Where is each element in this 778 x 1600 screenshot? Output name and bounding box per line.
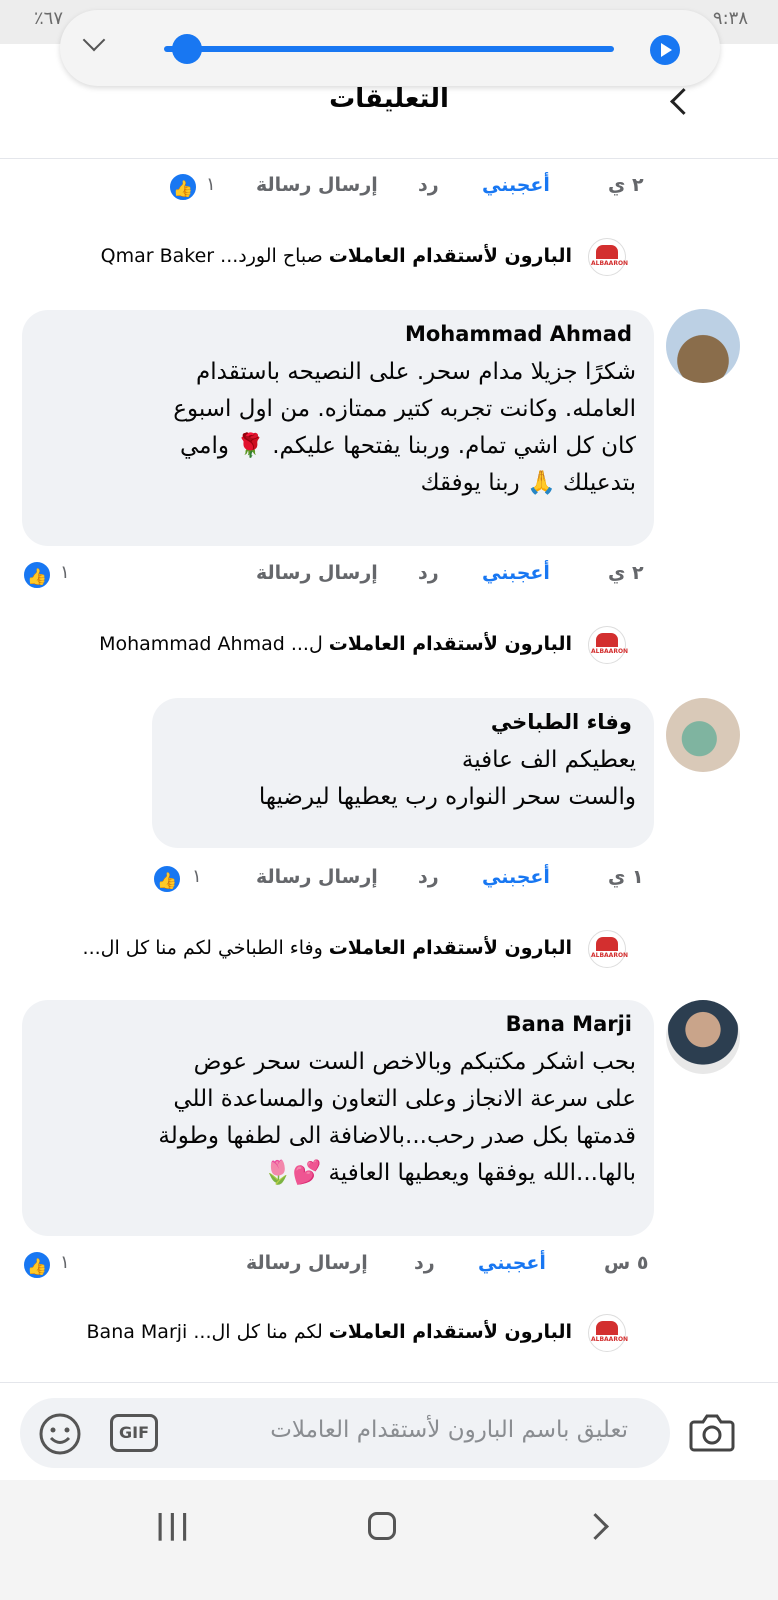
chevron-down-icon[interactable] xyxy=(82,28,106,52)
back-icon[interactable] xyxy=(582,1513,609,1540)
clock: ٩:٣٨ xyxy=(712,8,748,29)
comment-time: ١ ي xyxy=(608,866,644,888)
page-logo-avatar: ALBAARON xyxy=(588,238,628,276)
avatar[interactable] xyxy=(666,309,740,383)
media-player[interactable] xyxy=(60,10,720,86)
comment-text-line: بالها...الله يوفقها ويعطيها العافية 💕🌷 xyxy=(263,1160,636,1186)
like-count: ١ xyxy=(206,174,216,195)
reply-snippet: ل... Mohammad Ahmad xyxy=(99,633,323,655)
comment-action-row: ٢ ي أعجبني رد إرسال رسالة ١ 👍 xyxy=(0,168,778,208)
gif-label: GIF xyxy=(118,1423,149,1442)
reply-page-name: البارون لأستقدام العاملات xyxy=(328,633,572,655)
recents-icon[interactable]: ||| xyxy=(155,1508,192,1541)
like-reaction-icon: 👍 xyxy=(152,864,182,894)
like-button[interactable]: أعجبني xyxy=(478,1252,546,1274)
send-message-button[interactable]: إرسال رسالة xyxy=(256,174,378,196)
comment-time: ٢ ي xyxy=(608,562,644,584)
comment-author[interactable]: Bana Marji xyxy=(506,1012,632,1036)
reply-row[interactable]: ALBAARON البارون لأستقدام العاملات وفاء … xyxy=(20,930,640,970)
media-progress-bar[interactable] xyxy=(164,46,614,52)
reply-row[interactable]: ALBAARON البارون لأستقدام العاملات ل... … xyxy=(20,626,640,666)
page-logo-avatar: ALBAARON xyxy=(588,930,628,968)
comment-text-line: بحب اشكر مكتبكم وبالاخص الست سحر عوض xyxy=(193,1049,636,1075)
send-message-button[interactable]: إرسال رسالة xyxy=(256,562,378,584)
comment-text-line: بتدعيلك 🙏 ربنا يوفقك xyxy=(420,470,636,496)
comment-bubble: Mohammad Ahmad شكرًا جزيلا مدام سحر. على… xyxy=(22,310,654,546)
comment-author[interactable]: وفاء الطباخي xyxy=(491,710,632,734)
comment-text-line: والست سحر النواره رب يعطيها ليرضيها xyxy=(258,784,636,810)
comment-text-line: قدمتها بكل صدر رحب...بالاضافة الى لطفها … xyxy=(158,1123,636,1149)
comment-action-row: ٢ ي أعجبني رد إرسال رسالة ١ 👍 xyxy=(0,556,778,596)
like-count: ١ xyxy=(192,866,202,887)
comment-text-line: شكرًا جزيلا مدام سحر. على النصيحه باستقد… xyxy=(196,359,636,385)
emoji-icon[interactable] xyxy=(38,1412,82,1460)
reply-row[interactable]: ALBAARON البارون لأستقدام العاملات لكم م… xyxy=(20,1314,640,1354)
comment-text-line: كان كل اشي تمام. وربنا يفتحها عليكم. 🌹 و… xyxy=(179,433,636,459)
reply-row[interactable]: ALBAARON البارون لأستقدام العاملات صباح … xyxy=(20,238,640,278)
avatar[interactable] xyxy=(666,1000,740,1074)
page-logo-avatar: ALBAARON xyxy=(588,626,628,664)
comment-bubble: وفاء الطباخي يعطيكم الف عافية والست سحر … xyxy=(152,698,654,848)
reply-page-name: البارون لأستقدام العاملات xyxy=(328,245,572,267)
send-message-button[interactable]: إرسال رسالة xyxy=(256,866,378,888)
like-button[interactable]: أعجبني xyxy=(482,866,550,888)
comment-action-row: ١ ي أعجبني رد إرسال رسالة ١ 👍 xyxy=(0,860,778,900)
gif-button[interactable]: GIF xyxy=(110,1414,158,1452)
reply-snippet: صباح الورد... Qmar Baker xyxy=(100,245,323,267)
system-nav-bar: ||| xyxy=(0,1480,778,1600)
comment-input-placeholder: تعليق باسم البارون لأستقدام العاملات xyxy=(270,1417,628,1443)
reply-page-name: البارون لأستقدام العاملات xyxy=(328,1321,572,1343)
comment-time: ٢ ي xyxy=(608,174,644,196)
like-reaction-icon: 👍 xyxy=(22,1250,52,1280)
send-message-button[interactable]: إرسال رسالة xyxy=(246,1252,368,1274)
home-icon[interactable] xyxy=(368,1512,396,1540)
comment-bubble: Bana Marji بحب اشكر مكتبكم وبالاخص الست … xyxy=(22,1000,654,1236)
like-count: ١ xyxy=(60,562,70,583)
media-progress-thumb[interactable] xyxy=(172,34,202,64)
comment-text-line: العامله. وكانت تجربه كتير ممتازه. من اول… xyxy=(173,396,636,422)
like-button[interactable]: أعجبني xyxy=(482,562,550,584)
avatar[interactable] xyxy=(666,698,740,772)
comment-action-row: ٥ س أعجبني رد إرسال رسالة ١ 👍 xyxy=(0,1246,778,1286)
like-reaction-icon: 👍 xyxy=(168,172,198,202)
page-logo-avatar: ALBAARON xyxy=(588,1314,628,1352)
reply-snippet: لكم منا كل ال... Bana Marji xyxy=(86,1321,323,1343)
comment-time: ٥ س xyxy=(604,1252,649,1274)
reply-button[interactable]: رد xyxy=(418,174,439,196)
like-reaction-icon: 👍 xyxy=(22,560,52,590)
reply-button[interactable]: رد xyxy=(418,866,439,888)
reply-page-name: البارون لأستقدام العاملات xyxy=(328,937,572,959)
like-count: ١ xyxy=(60,1252,70,1273)
like-button[interactable]: أعجبني xyxy=(482,174,550,196)
reply-button[interactable]: رد xyxy=(418,562,439,584)
comment-text-line: يعطيكم الف عافية xyxy=(461,747,636,773)
camera-icon[interactable] xyxy=(688,1410,736,1458)
reply-button[interactable]: رد xyxy=(414,1252,435,1274)
reply-snippet: وفاء الطباخي لكم منا كل ال... xyxy=(82,937,323,959)
comment-author[interactable]: Mohammad Ahmad xyxy=(405,322,632,346)
comment-text-line: على سرعة الانجاز وعلى التعاون والمساعدة … xyxy=(173,1086,636,1112)
play-icon[interactable] xyxy=(650,35,680,65)
battery-status: ٪٦٧ xyxy=(34,8,64,29)
page-title: التعليقات xyxy=(329,84,449,114)
header-divider xyxy=(0,158,778,159)
